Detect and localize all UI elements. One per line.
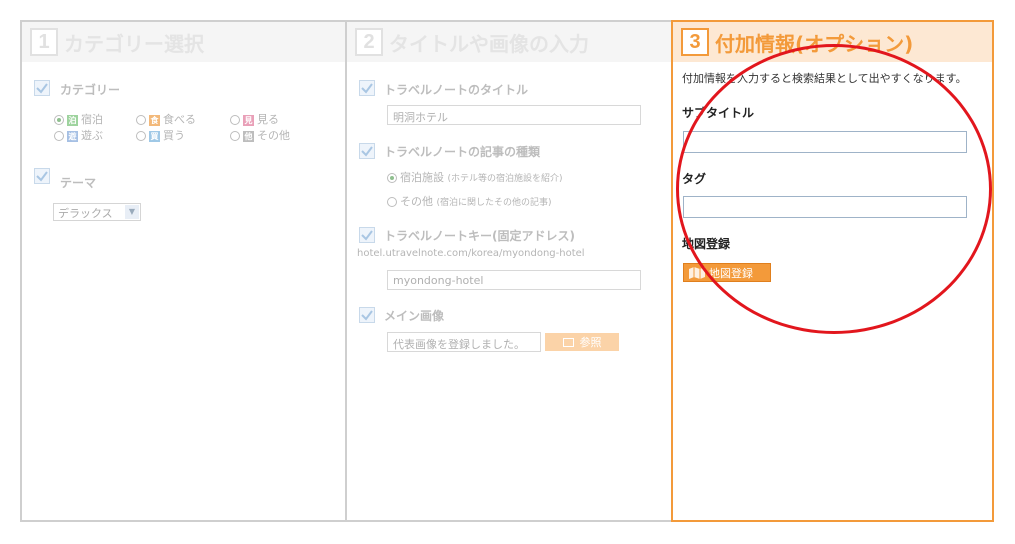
type-option-other[interactable]: その他 (宿泊に関したその他の記事) (387, 193, 552, 209)
radio-icon (230, 131, 240, 141)
stay-icon: 泊 (67, 114, 78, 126)
category-option-see[interactable]: 見見る (230, 112, 279, 128)
other-icon: 他 (243, 130, 254, 142)
key-url: hotel.utravelnote.com/korea/myondong-hot… (357, 248, 585, 259)
map-register-button[interactable]: 地図登録 (683, 263, 771, 282)
see-icon: 見 (243, 114, 254, 126)
category-option-stay[interactable]: 泊宿泊 (54, 112, 136, 128)
check-icon (36, 171, 48, 182)
step3-number: 3 (681, 28, 709, 56)
radio-icon (136, 115, 146, 125)
category-option-eat[interactable]: 食食べる (136, 112, 230, 128)
check-icon (36, 83, 48, 94)
check-icon (361, 146, 373, 157)
theme-checkbox[interactable] (34, 168, 50, 184)
type-option-lodging[interactable]: 宿泊施設 (ホテル等の宿泊施設を紹介) (387, 169, 563, 185)
category-option-play[interactable]: 遊遊ぶ (54, 128, 136, 144)
step2-number: 2 (355, 28, 383, 56)
image-label: メイン画像 (384, 309, 445, 323)
theme-select[interactable]: デラックス ▼ (53, 203, 141, 221)
step1-number: 1 (30, 28, 58, 56)
key-checkbox[interactable] (359, 227, 375, 243)
tag-input[interactable] (683, 196, 967, 218)
step3-panel: 3 付加情報(オプション) 付加情報を入力すると検索結果として出やすくなります。… (671, 20, 994, 522)
tag-label: タグ (682, 172, 707, 186)
key-label: トラベルノートキー(固定アドレス) (384, 229, 575, 243)
browse-button[interactable]: 参照 (545, 333, 619, 351)
step1-title: カテゴリー選択 (64, 31, 204, 56)
eat-icon: 食 (149, 114, 160, 126)
radio-icon (136, 131, 146, 141)
category-option-buy[interactable]: 買買う (136, 128, 230, 144)
check-icon (361, 230, 373, 241)
step2-title: タイトルや画像の入力 (389, 31, 589, 56)
radio-icon (387, 173, 397, 183)
buy-icon: 買 (149, 130, 160, 142)
step2-panel: 2 タイトルや画像の入力 トラベルノートのタイトル 明洞ホテル トラベルノートの… (346, 20, 672, 522)
radio-icon (54, 115, 64, 125)
check-icon (361, 310, 373, 321)
window-icon (562, 337, 574, 347)
theme-label: テーマ (60, 176, 97, 190)
category-option-other[interactable]: 他その他 (230, 128, 290, 144)
chevron-down-icon: ▼ (125, 205, 139, 219)
subtitle-input[interactable] (683, 131, 967, 153)
category-options: 泊宿泊 食食べる 見見る 遊遊ぶ 買買う 他その他 (54, 112, 334, 144)
subtitle-label: サブタイトル (682, 106, 755, 120)
step3-description: 付加情報を入力すると検索結果として出やすくなります。 (682, 72, 967, 85)
image-input[interactable]: 代表画像を登録しました。 (387, 332, 541, 352)
image-checkbox[interactable] (359, 307, 375, 323)
title-input[interactable]: 明洞ホテル (387, 105, 641, 125)
type-checkbox[interactable] (359, 143, 375, 159)
map-icon (689, 266, 705, 279)
title-label: トラベルノートのタイトル (384, 83, 529, 97)
step1-header: 1 カテゴリー選択 (22, 22, 345, 62)
key-input[interactable]: myondong-hotel (387, 270, 641, 290)
play-icon: 遊 (67, 130, 78, 142)
category-checkbox[interactable] (34, 80, 50, 96)
radio-icon (387, 197, 397, 207)
radio-icon (230, 115, 240, 125)
step2-header: 2 タイトルや画像の入力 (347, 22, 672, 62)
check-icon (361, 83, 373, 94)
step1-panel: 1 カテゴリー選択 カテゴリー 泊宿泊 食食べる 見見る 遊遊ぶ 買買う 他その… (20, 20, 346, 522)
step3-title: 付加情報(オプション) (715, 31, 914, 56)
type-label: トラベルノートの記事の種類 (384, 145, 541, 159)
radio-icon (54, 131, 64, 141)
category-label: カテゴリー (60, 83, 121, 97)
step3-header: 3 付加情報(オプション) (673, 22, 992, 62)
map-label: 地図登録 (682, 237, 731, 251)
title-checkbox[interactable] (359, 80, 375, 96)
